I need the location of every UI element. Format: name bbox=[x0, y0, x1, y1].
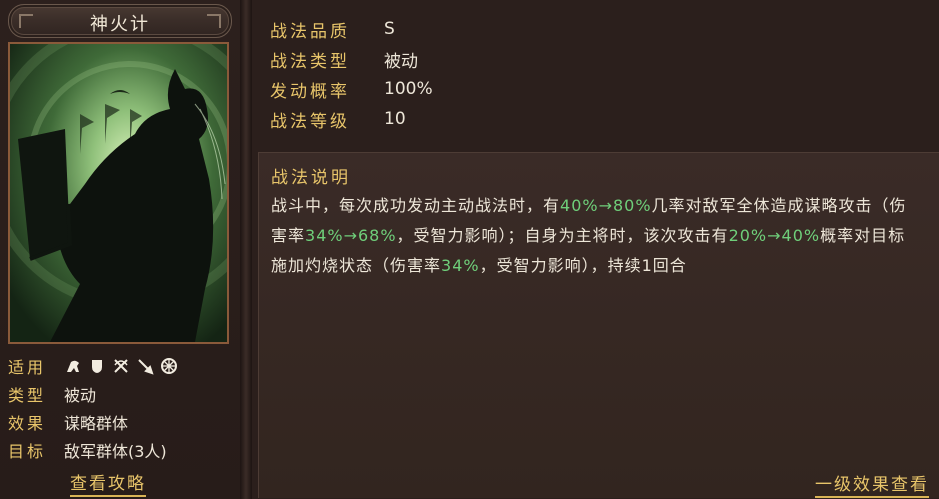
stat-value: 10 bbox=[384, 109, 406, 129]
desc-highlight: 20%→40% bbox=[728, 226, 821, 245]
right-panel: 战法品质 S 战法类型 被动 发动概率 100% 战法等级 10 战法说明 战斗… bbox=[252, 0, 939, 499]
skill-name: 神火计 bbox=[90, 14, 150, 35]
desc-segment: 战斗中，每次成功发动主动战法时，有 bbox=[271, 196, 561, 215]
attr-target-label: 目标 bbox=[8, 442, 47, 461]
stat-value: S bbox=[384, 19, 395, 39]
view-guide-link[interactable]: 查看攻略 bbox=[70, 469, 146, 497]
attr-effect-value: 谋略群体 bbox=[64, 414, 129, 433]
shield-icon bbox=[88, 357, 106, 375]
desc-highlight: 34%→68% bbox=[305, 226, 397, 245]
stat-value: 100% bbox=[384, 79, 433, 99]
view-level-effect-link[interactable]: 一级效果查看 bbox=[815, 470, 929, 498]
wheel-icon bbox=[160, 357, 178, 375]
attr-suitable-label: 适用 bbox=[8, 358, 47, 377]
attr-suitable: 适用 bbox=[8, 353, 178, 379]
cavalry-icon bbox=[64, 357, 82, 375]
stat-probability: 发动概率 100% bbox=[270, 74, 433, 104]
stat-label: 战法类型 bbox=[270, 51, 350, 72]
attr-effect-label: 效果 bbox=[8, 414, 47, 433]
desc-highlight: 34% bbox=[441, 256, 480, 275]
bow-icon bbox=[112, 357, 130, 375]
panel-divider bbox=[240, 0, 252, 499]
left-panel: 神火计 适用 类型 被动 效果 谋略群体 目标 敌军群体(3人) 查看攻略 bbox=[0, 0, 240, 499]
desc-segment: ，受智力影响）；自身为主将时，该次攻击有 bbox=[396, 226, 729, 245]
desc-highlight: 40%→80% bbox=[560, 196, 652, 215]
stat-label: 发动概率 bbox=[270, 81, 350, 102]
stat-type: 战法类型 被动 bbox=[270, 44, 433, 74]
attr-type-value: 被动 bbox=[64, 386, 97, 405]
stat-label: 战法等级 bbox=[270, 111, 350, 132]
stat-level: 战法等级 10 bbox=[270, 104, 433, 134]
desc-segment: ，受智力影响），持续1回合 bbox=[479, 256, 687, 275]
attr-target: 目标 敌军群体(3人) bbox=[8, 437, 167, 463]
skill-title-bar: 神火计 bbox=[8, 4, 232, 38]
description-title: 战法说明 bbox=[271, 168, 351, 188]
stat-quality: 战法品质 S bbox=[270, 14, 433, 44]
attr-effect: 效果 谋略群体 bbox=[8, 409, 128, 435]
stats-list: 战法品质 S 战法类型 被动 发动概率 100% 战法等级 10 bbox=[270, 14, 433, 134]
description-text: 战斗中，每次成功发动主动战法时，有40%→80%几率对敌军全体造成谋略攻击（伤害… bbox=[271, 191, 921, 281]
attr-type: 类型 被动 bbox=[8, 381, 96, 407]
description-box: 战法说明 战斗中，每次成功发动主动战法时，有40%→80%几率对敌军全体造成谋略… bbox=[258, 152, 939, 498]
skill-portrait bbox=[8, 42, 229, 344]
spear-icon bbox=[136, 357, 154, 375]
attr-target-value: 敌军群体(3人) bbox=[64, 442, 167, 461]
stat-label: 战法品质 bbox=[270, 21, 350, 42]
stat-value: 被动 bbox=[384, 51, 418, 72]
attr-type-label: 类型 bbox=[8, 386, 47, 405]
